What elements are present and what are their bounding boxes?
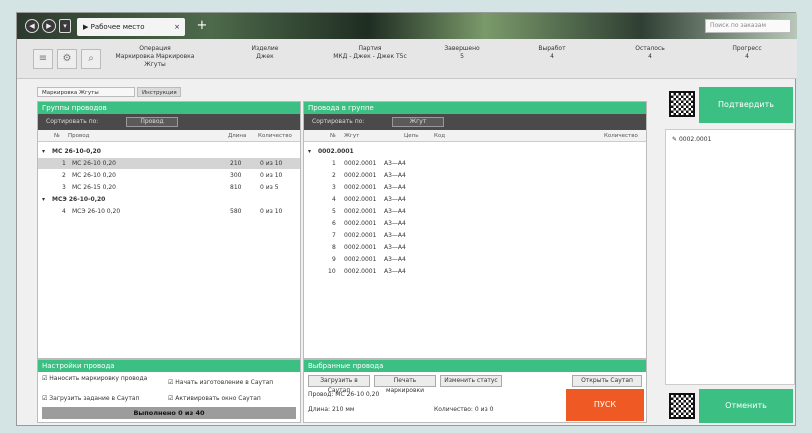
col-qty[interactable]: Количество (258, 130, 292, 142)
collapse-icon[interactable]: ▾ (42, 194, 45, 205)
tab-instruction[interactable]: Инструкция (137, 87, 181, 97)
wire-settings-title: Настройки провода (38, 360, 300, 372)
col-harness[interactable]: Жгут (344, 130, 359, 142)
col-code[interactable]: Код (434, 130, 445, 142)
title-bar: ◀ ▶ ▾ ▶ Рабочее место × + Поиск по заказ… (17, 13, 797, 39)
pencil-icon: ✎ (672, 136, 679, 143)
tab-marking[interactable]: Маркировка Жгуты (37, 87, 135, 97)
open-cayman-button[interactable]: Открыть Саутап (572, 375, 642, 387)
qr-code-icon (669, 91, 695, 117)
group-row[interactable]: ▾ 0002.0001 (304, 146, 646, 157)
selected-wires-title: Выбранные провода (304, 360, 646, 372)
sort-select[interactable]: Провод (126, 117, 178, 127)
group-name: МС 26-10-0,20 (52, 148, 101, 155)
info-completed: Завершено 5 (444, 45, 480, 60)
info-progress: Прогресс 4 (732, 45, 762, 60)
wires-header: № Жгут Цепь Код Количество (304, 130, 646, 142)
col-wire[interactable]: Провод (68, 130, 89, 142)
play-icon: ▶ (83, 23, 91, 31)
cancel-button[interactable]: Отменить (699, 389, 793, 423)
collapse-icon[interactable]: ▾ (308, 146, 311, 157)
table-row[interactable]: 10 0002.0001 А3—А4 (304, 266, 646, 277)
confirm-button[interactable]: Подтвердить (699, 87, 793, 123)
qty-field: Количество: 0 из 0 (434, 406, 494, 413)
side-list: ✎ 0002.0001 (665, 129, 795, 385)
back-icon[interactable]: ◀ (25, 19, 39, 33)
table-row[interactable]: 4 0002.0001 А3—А4 (304, 194, 646, 205)
new-tab-button[interactable]: + (193, 18, 211, 36)
wires-in-group-panel: Провода в группе Сортировать по: Жгут № … (303, 101, 647, 359)
wire-groups-panel: Группы проводов Сортировать по: Провод №… (37, 101, 301, 359)
col-num[interactable]: № (54, 130, 60, 142)
start-button[interactable]: ПУСК (566, 389, 644, 421)
sort-select[interactable]: Жгут (392, 117, 444, 127)
col-chain[interactable]: Цепь (404, 130, 419, 142)
qty-value: 0 из 0 (474, 406, 494, 413)
info-batch: Партия МКД - Джек - Джек Т5с (333, 45, 407, 60)
wire-settings-panel: Настройки провода ☑ Наносить маркировку … (37, 359, 301, 423)
tab-label: Рабочее место (90, 23, 145, 31)
progress-bar: Выполнено 0 из 40 (42, 407, 296, 419)
start-production-checkbox[interactable]: ☑ Начать изготовление в Саутап (168, 378, 298, 387)
table-row[interactable]: 3 0002.0001 А3—А4 (304, 182, 646, 193)
group-row[interactable]: ▾ МС 26-10-0,20 (38, 146, 300, 157)
table-row[interactable]: 7 0002.0001 А3—А4 (304, 230, 646, 241)
wire-groups-title: Группы проводов (38, 102, 300, 114)
sort-bar: Сортировать по: Провод (38, 114, 300, 130)
load-task-checkbox[interactable]: ☑ Загрузить задание в Саутап (42, 394, 162, 403)
length-field: Длина: 210 мм (308, 406, 355, 413)
print-marking-button[interactable]: Печать маркировки (374, 375, 436, 394)
table-row[interactable]: 6 0002.0001 А3—А4 (304, 218, 646, 229)
wire-value: МС 26-10 0,20 (335, 391, 380, 398)
table-row[interactable]: 5 0002.0001 А3—А4 (304, 206, 646, 217)
mark-wire-checkbox[interactable]: ☑ Наносить маркировку провода (42, 374, 150, 383)
wires-in-group-title: Провода в группе (304, 102, 646, 114)
list-item[interactable]: ✎ 0002.0001 (672, 136, 711, 143)
table-row[interactable]: 2 0002.0001 А3—А4 (304, 170, 646, 181)
info-product: Изделие Джек (251, 45, 279, 60)
tab-close-icon[interactable]: × (174, 18, 180, 36)
length-value: 210 мм (331, 406, 355, 413)
selected-wires-panel: Выбранные провода Загрузить в Саутап Печ… (303, 359, 647, 423)
wire-field: Провод: МС 26-10 0,20 (308, 391, 380, 398)
table-row[interactable]: 1 МС 26-10 0,20 210 0 из 10 (38, 158, 300, 169)
list-icon[interactable]: ≡ (33, 49, 53, 69)
group-name: МСЭ 26-10-0,20 (52, 196, 106, 203)
menu-icon[interactable]: ▾ (59, 19, 71, 33)
col-length[interactable]: Длина (228, 130, 246, 142)
table-row[interactable]: 3 МС 26-15 0,20 810 0 из 5 (38, 182, 300, 193)
wire-groups-header: № Провод Длина Количество (38, 130, 300, 142)
qr-code-icon (669, 393, 695, 419)
info-remaining: Осталось 4 (635, 45, 665, 60)
search-input[interactable]: Поиск по заказам (705, 19, 791, 33)
info-operation: Операция Маркировка Маркировка Жгуты (115, 45, 195, 68)
col-qty[interactable]: Количество (604, 130, 638, 142)
change-status-button[interactable]: Изменить статус (440, 375, 502, 387)
sort-label: Сортировать по: (312, 118, 365, 125)
forward-icon[interactable]: ▶ (42, 19, 56, 33)
col-num[interactable]: № (330, 130, 336, 142)
table-row[interactable]: 8 0002.0001 А3—А4 (304, 242, 646, 253)
search-icon[interactable]: ⌕ (81, 49, 101, 69)
tab-workplace[interactable]: ▶ Рабочее место × (77, 18, 185, 36)
activate-window-checkbox[interactable]: ☑ Активировать окно Саутап (168, 394, 298, 403)
collapse-icon[interactable]: ▾ (42, 146, 45, 157)
sort-bar: Сортировать по: Жгут (304, 114, 646, 130)
sort-label: Сортировать по: (46, 118, 99, 125)
table-row[interactable]: 2 МС 26-10 0,20 300 0 из 10 (38, 170, 300, 181)
table-row[interactable]: 9 0002.0001 А3—А4 (304, 254, 646, 265)
toolbar: ≡ ⚙ ⌕ Операция Маркировка Маркировка Жгут… (17, 39, 797, 79)
gear-icon[interactable]: ⚙ (57, 49, 77, 69)
group-row[interactable]: ▾ МСЭ 26-10-0,20 (38, 194, 300, 205)
load-cayman-button[interactable]: Загрузить в Саутап (308, 375, 370, 394)
app-window: ◀ ▶ ▾ ▶ Рабочее место × + Поиск по заказ… (16, 12, 797, 426)
info-output: Выработ 4 (538, 45, 566, 60)
table-row[interactable]: 4 МСЭ 26-10 0,20 580 0 из 10 (38, 206, 300, 217)
table-row[interactable]: 1 0002.0001 А3—А4 (304, 158, 646, 169)
